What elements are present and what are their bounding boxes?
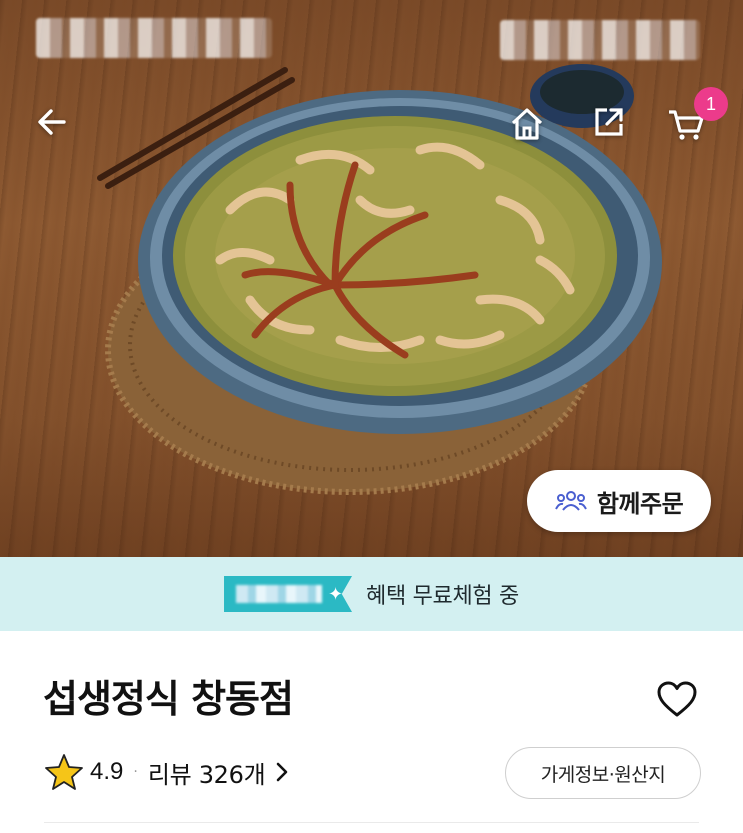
review-count: 리뷰 326개 bbox=[147, 760, 266, 789]
chevron-right-icon bbox=[277, 762, 288, 782]
share-button[interactable] bbox=[585, 98, 633, 146]
status-bar-left-blurred bbox=[36, 18, 272, 58]
store-name: 섭생정식 창동점 bbox=[43, 677, 294, 721]
share-icon bbox=[595, 108, 623, 136]
back-arrow-icon bbox=[38, 109, 66, 135]
star-icon bbox=[45, 754, 83, 790]
back-button[interactable] bbox=[28, 98, 76, 146]
benefit-text: 혜택 무료체험 중 bbox=[366, 584, 519, 609]
hero-photo: 1 함께주문 bbox=[0, 0, 743, 557]
rating-score: 4.9 bbox=[90, 758, 124, 785]
heart-icon bbox=[657, 681, 697, 717]
store-info-button[interactable]: 가게정보·원산지 bbox=[505, 747, 701, 799]
home-button[interactable] bbox=[503, 100, 551, 148]
status-bar-right-blurred bbox=[500, 20, 700, 60]
rating-row[interactable]: 4.9 · 리뷰 326개 bbox=[44, 750, 289, 794]
sparkle-icon: ✦ bbox=[328, 584, 344, 605]
together-order-button[interactable]: 함께주문 bbox=[527, 470, 711, 532]
divider bbox=[44, 822, 699, 823]
group-icon bbox=[554, 491, 587, 511]
favorite-button[interactable] bbox=[650, 672, 704, 726]
benefit-banner[interactable]: ✦ 혜택 무료체험 중 bbox=[0, 557, 743, 631]
membership-badge-blurred: ✦ bbox=[224, 576, 353, 612]
together-order-label: 함께주문 bbox=[596, 489, 684, 518]
home-icon bbox=[511, 108, 543, 140]
cart-count-badge: 1 bbox=[694, 87, 728, 121]
separator-dot: · bbox=[133, 764, 138, 780]
